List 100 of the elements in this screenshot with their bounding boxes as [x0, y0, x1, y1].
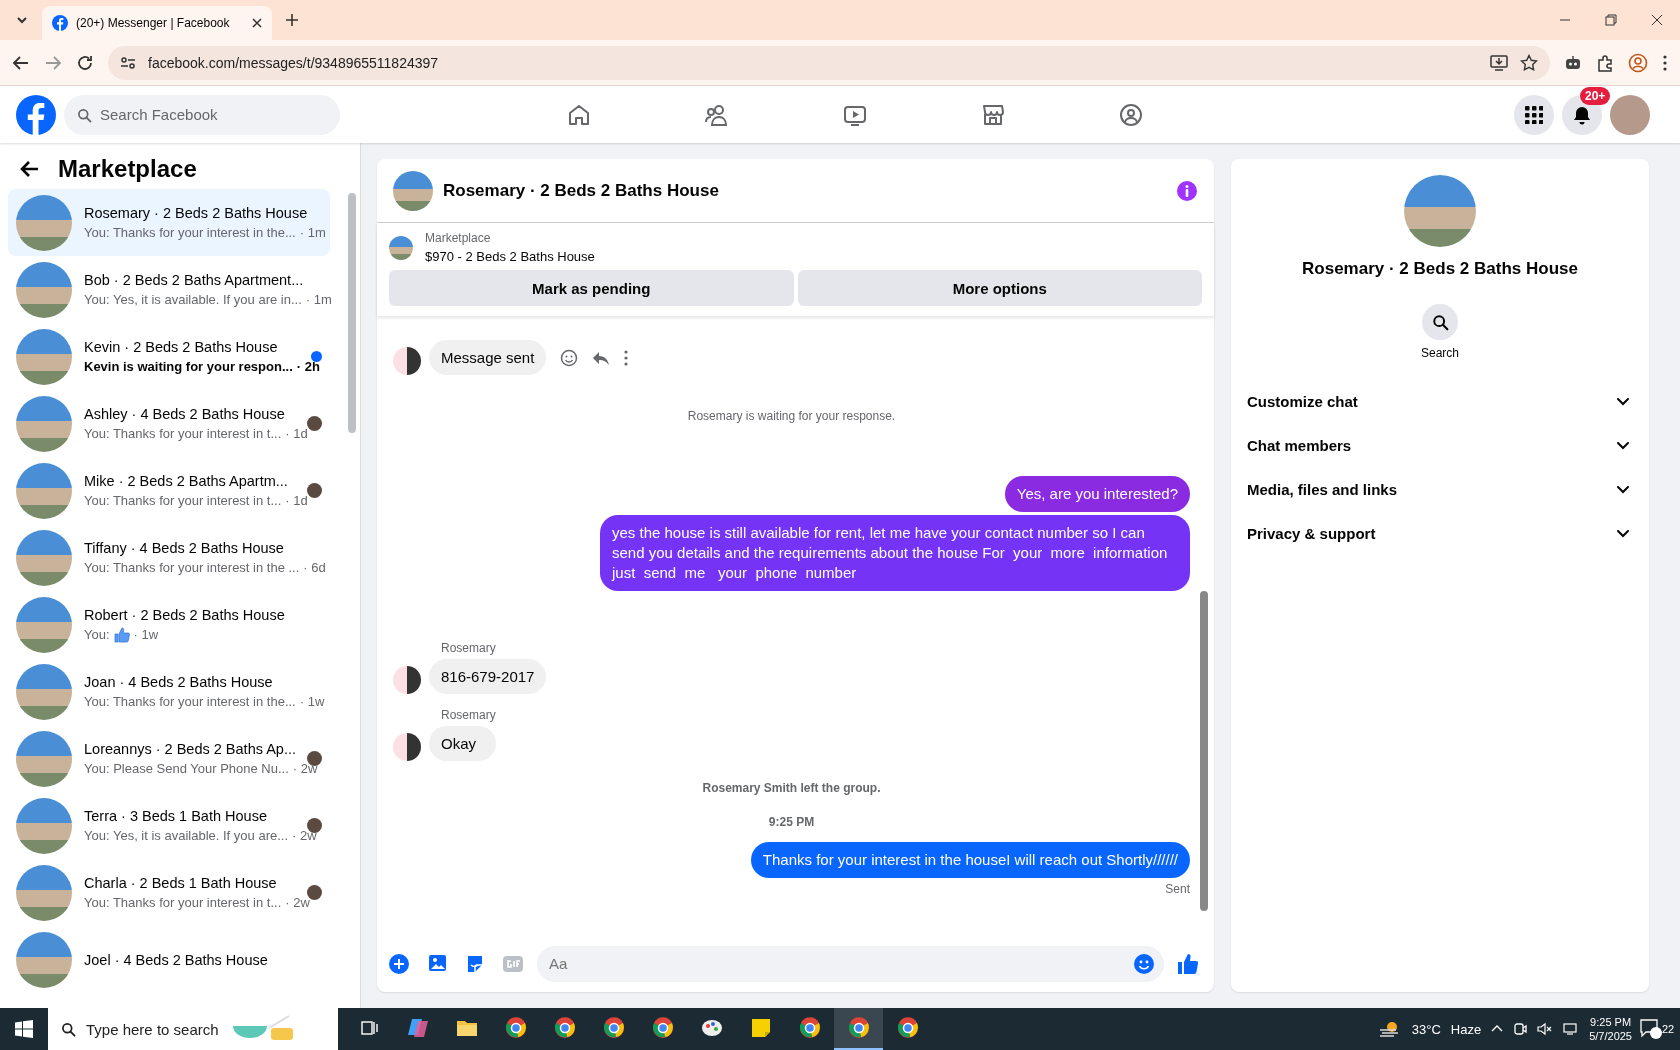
- conversation-item[interactable]: Bob · 2 Beds 2 Baths Apartment... You: Yes, it is available. If you are in... · 1m: [8, 256, 330, 323]
- conversation-item[interactable]: Tiffany · 4 Beds 2 Baths House You: Thanks for your interest in the ... · 6d: [8, 524, 330, 591]
- network-icon[interactable]: [1563, 1022, 1580, 1036]
- address-bar[interactable]: facebook.com/messages/t/9348965511824397: [108, 45, 1550, 80]
- message-preview: You: Thanks for your interest in the ...: [84, 560, 300, 575]
- smiley-icon[interactable]: [560, 349, 579, 367]
- image-icon[interactable]: [427, 953, 447, 974]
- conversation-item[interactable]: Mike · 2 Beds 2 Baths Apartm... You: Thanks for your interest in t... · 1d: [8, 457, 330, 524]
- browser-icon[interactable]: [846, 1016, 871, 1040]
- conversation-item[interactable]: Charla · 2 Beds 1 Bath House You: Thanks for your interest in t... · 2w: [8, 859, 330, 926]
- restore-icon[interactable]: [1605, 14, 1617, 26]
- plus-icon[interactable]: [389, 953, 409, 974]
- facebook-logo-icon[interactable]: [16, 94, 56, 135]
- tab-list-icon[interactable]: [16, 14, 28, 26]
- message-time: · 2w: [285, 895, 310, 910]
- conversation-name: Robert · 2 Beds 2 Baths House: [84, 606, 286, 623]
- conversation-item[interactable]: Kevin · 2 Beds 2 Baths House Kevin is waiting for your respon... · 2h: [8, 323, 330, 390]
- close-icon[interactable]: [1651, 14, 1663, 26]
- more-icon[interactable]: [1662, 53, 1668, 72]
- thumbs-up-icon[interactable]: [1177, 952, 1199, 975]
- conversation-item[interactable]: Robert · 2 Beds 2 Baths House You: · 1w: [8, 591, 330, 658]
- listing-photo: [16, 462, 72, 519]
- message-preview: You: Thanks for your interest in t...: [84, 426, 282, 441]
- section-header[interactable]: Customize chat: [1239, 379, 1641, 423]
- puzzle-icon[interactable]: [1596, 53, 1614, 72]
- more-icon[interactable]: [624, 350, 629, 366]
- browser-icon[interactable]: [797, 1016, 822, 1040]
- section-header[interactable]: Media, files and links: [1239, 467, 1641, 511]
- back-arrow-icon[interactable]: [20, 159, 40, 179]
- message-input[interactable]: Aa: [537, 945, 1164, 982]
- conversation-name: Tiffany · 4 Beds 2 Baths House: [84, 540, 285, 556]
- conversation-item[interactable]: Rosemary · 2 Beds 2 Baths House You: Thanks for your interest in the... · 1m: [8, 189, 330, 256]
- message-preview: You: Yes, it is available. If you are...: [84, 828, 289, 843]
- conversation-item[interactable]: Joan · 4 Beds 2 Baths House You: Thanks for your interest in the... · 1w: [8, 658, 330, 725]
- listing-title[interactable]: $970 - 2 Beds 2 Baths House: [425, 249, 595, 264]
- conversation-item[interactable]: Joel · 4 Beds 2 Baths House: [8, 926, 330, 993]
- conversation-item[interactable]: Terra · 3 Beds 1 Bath House You: Yes, it is available. If you are... · 2w: [8, 792, 330, 859]
- forward-arrow-icon[interactable]: [44, 53, 62, 72]
- conversation-item[interactable]: Loreannys · 2 Beds 2 Baths Ap... You: Please Send Your Phone Nu... · 2w: [8, 725, 330, 792]
- sender-avatar: [393, 733, 421, 761]
- message-bubble: Thanks for your interest in the houseI will reach out Shortly//////: [750, 842, 1190, 878]
- scrollbar-thumb[interactable]: [348, 193, 356, 433]
- conversation-item[interactable]: Ashley · 4 Beds 2 Baths House You: Thanks for your interest in t... · 1d: [8, 390, 330, 457]
- browser-icon[interactable]: [601, 1016, 626, 1040]
- star-icon[interactable]: [1520, 53, 1538, 72]
- message-preview: You: Please Send Your Phone Nu...: [84, 761, 289, 776]
- conversation-name: Loreannys · 2 Beds 2 Baths Ap...: [84, 741, 295, 757]
- listing-source: Marketplace: [425, 231, 492, 245]
- install-app-icon[interactable]: [1490, 53, 1508, 72]
- conversation-name: Joel · 4 Beds 2 Baths House: [84, 951, 269, 968]
- profile-icon[interactable]: [1628, 52, 1648, 73]
- message-time: · 2h: [296, 359, 320, 374]
- taskbar-search-field[interactable]: Type here to search: [48, 1008, 338, 1050]
- conversation-name: Mike · 2 Beds 2 Baths Apartm...: [84, 473, 289, 489]
- task-view-icon[interactable]: [359, 1019, 378, 1037]
- browser-tab[interactable]: (20+) Messenger | Facebook: [42, 6, 272, 40]
- message-preview: You: Thanks for your interest in t...: [84, 895, 282, 910]
- notification-badge: 20+: [1580, 86, 1611, 105]
- menu-button[interactable]: [1514, 94, 1554, 135]
- back-arrow-icon[interactable]: [12, 53, 30, 72]
- browser-icon[interactable]: [895, 1016, 920, 1040]
- timestamp: 9:25 PM: [768, 815, 815, 829]
- listing-photo: [393, 170, 433, 211]
- clock-time: 9:25 PM: [1590, 1016, 1632, 1028]
- search-field[interactable]: Search Facebook: [64, 94, 340, 135]
- speaker-muted-icon[interactable]: [1537, 1022, 1554, 1036]
- action-button[interactable]: More options: [797, 270, 1202, 306]
- message-time: · 1m: [299, 225, 326, 240]
- chat-title: Rosemary · 2 Beds 2 Baths House: [443, 180, 720, 201]
- browser-icon[interactable]: [552, 1016, 577, 1040]
- message-preview: You: Yes, it is available. If you are in...: [84, 292, 302, 307]
- message-bubble: Message sent: [429, 340, 547, 375]
- conversation-name: Rosemary · 2 Beds 2 Baths House: [84, 205, 309, 221]
- system-message: Rosemary Smith left the group.: [702, 781, 881, 795]
- search-button[interactable]: Search: [1415, 303, 1465, 361]
- windows-start-icon[interactable]: [15, 1020, 33, 1038]
- scrollbar-thumb[interactable]: [1200, 591, 1208, 911]
- emoji-icon[interactable]: [1134, 953, 1154, 974]
- message-bubble: 816-679-2017: [429, 659, 547, 694]
- robot-icon[interactable]: [1564, 53, 1582, 72]
- reload-icon[interactable]: [76, 53, 94, 72]
- section-header[interactable]: Chat members: [1239, 423, 1641, 467]
- meet-icon[interactable]: [1513, 1022, 1528, 1036]
- browser-icon[interactable]: [650, 1016, 675, 1040]
- sender-avatar: [393, 347, 421, 375]
- listing-photo: [389, 235, 413, 260]
- section-header[interactable]: Privacy & support: [1239, 511, 1641, 555]
- new-tab-icon[interactable]: [285, 13, 299, 27]
- conversation-name: Bob · 2 Beds 2 Baths Apartment...: [84, 272, 305, 288]
- groups-icon[interactable]: [1118, 101, 1144, 128]
- copilot-icon[interactable]: [405, 1016, 430, 1040]
- conversation-name: Joan · 4 Beds 2 Baths House: [84, 674, 274, 690]
- sticker-icon[interactable]: [465, 953, 485, 974]
- site-settings-icon[interactable]: [120, 54, 136, 71]
- profile-avatar[interactable]: [1610, 94, 1650, 135]
- info-icon[interactable]: [1176, 179, 1198, 202]
- browser-icon[interactable]: [503, 1016, 528, 1040]
- notification-center-icon[interactable]: [1639, 1019, 1662, 1039]
- action-button[interactable]: Mark as pending: [389, 270, 794, 306]
- close-icon[interactable]: [252, 18, 262, 28]
